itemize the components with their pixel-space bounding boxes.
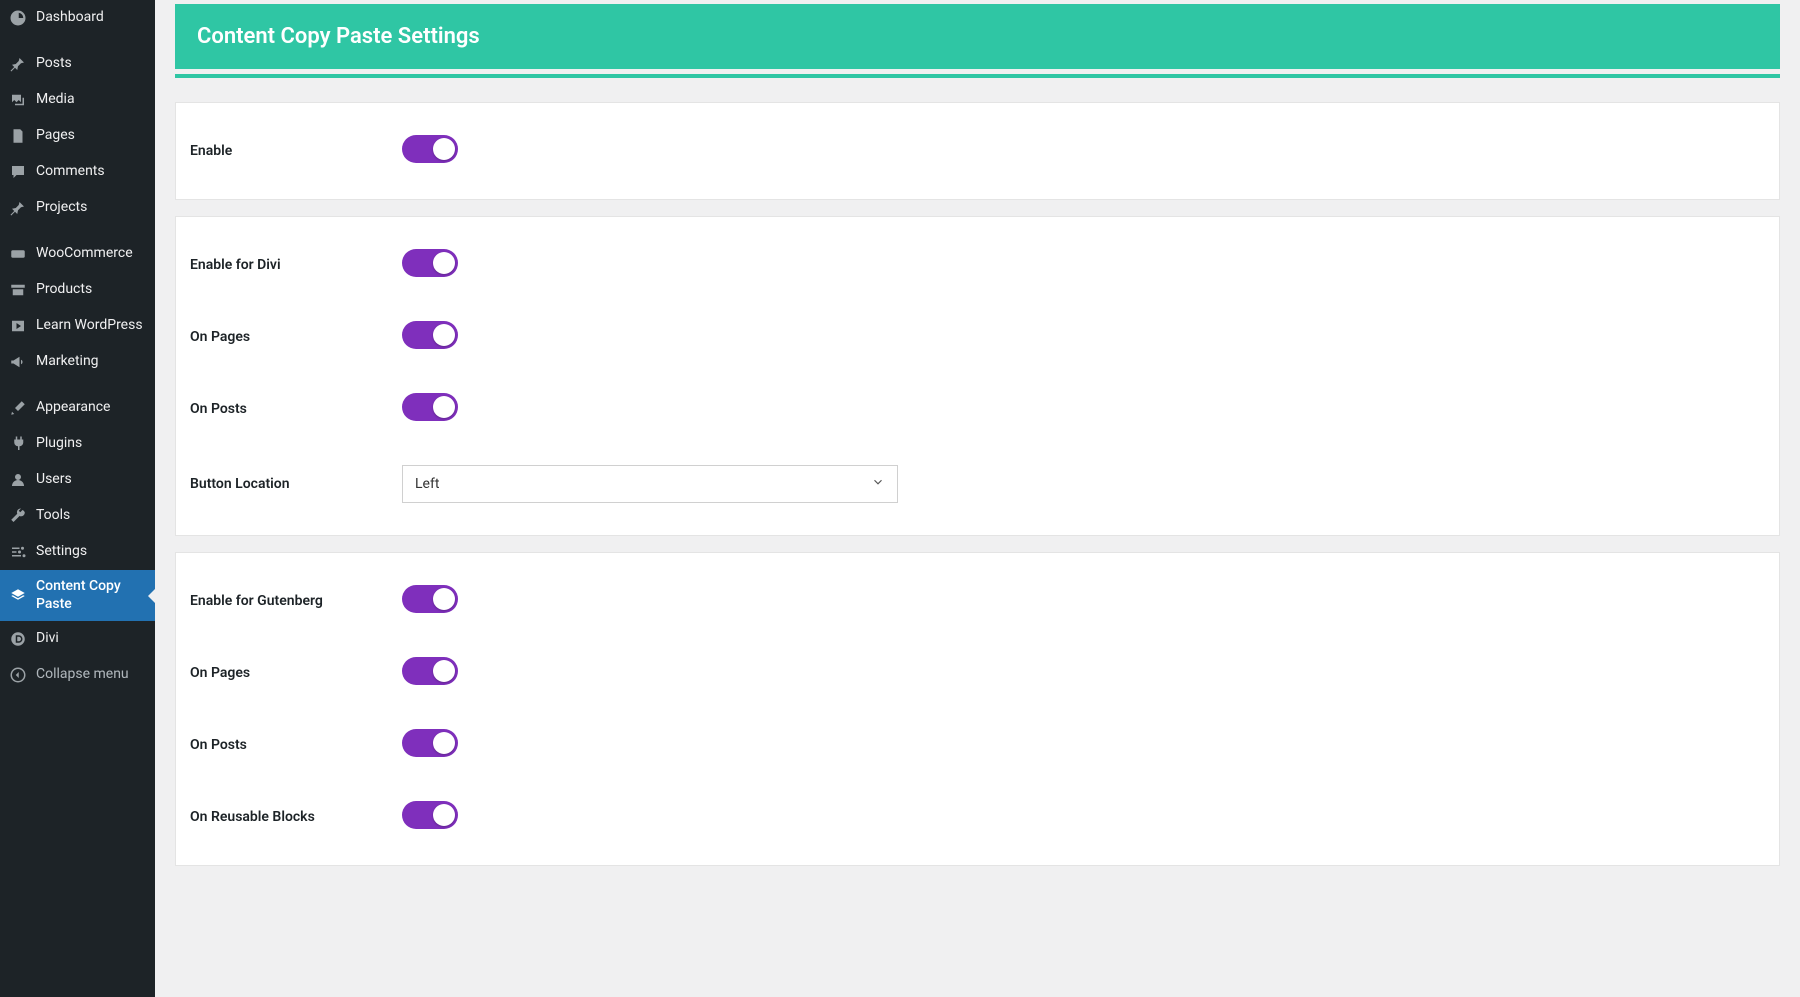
sidebar-item-label: Appearance: [36, 399, 110, 417]
setting-label: On Pages: [190, 329, 402, 345]
sidebar-item-label: Posts: [36, 55, 72, 73]
sidebar-item-marketing[interactable]: Marketing: [0, 344, 155, 380]
user-icon: [8, 470, 28, 490]
toggle-enable-divi[interactable]: [402, 249, 458, 277]
sidebar-item-users[interactable]: Users: [0, 462, 155, 498]
panel-general: Enable: [175, 102, 1780, 200]
sidebar-item-label: Collapse menu: [36, 666, 129, 684]
setting-label: On Pages: [190, 665, 402, 681]
brush-icon: [8, 398, 28, 418]
sidebar-item-label: Learn WordPress: [36, 317, 143, 335]
media-icon: [8, 90, 28, 110]
row-enable-gutenberg: Enable for Gutenberg: [176, 565, 1779, 637]
plug-icon: [8, 434, 28, 454]
toggle-gutenberg-posts[interactable]: [402, 729, 458, 757]
sidebar-item-woocommerce[interactable]: WooCommerce: [0, 236, 155, 272]
sidebar-item-label: WooCommerce: [36, 245, 133, 263]
sidebar-item-learn-wordpress[interactable]: Learn WordPress: [0, 308, 155, 344]
setting-label: On Posts: [190, 401, 402, 417]
toggle-enable[interactable]: [402, 135, 458, 163]
sidebar-item-label: Divi: [36, 630, 59, 648]
sidebar-item-divi[interactable]: Divi: [0, 621, 155, 657]
sliders-icon: [8, 542, 28, 562]
admin-sidebar: Dashboard Posts Media Pages Comments Pro…: [0, 0, 155, 997]
megaphone-icon: [8, 352, 28, 372]
page-title: Content Copy Paste Settings: [197, 24, 1758, 49]
main-content: Content Copy Paste Settings Enable Enabl…: [155, 0, 1800, 997]
setting-label: On Posts: [190, 737, 402, 753]
row-enable-divi: Enable for Divi: [176, 229, 1779, 301]
sidebar-item-label: Marketing: [36, 353, 99, 371]
sidebar-item-label: Content Copy Paste: [36, 578, 147, 613]
panel-divi: Enable for Divi On Pages On Posts Button…: [175, 216, 1780, 536]
sidebar-item-tools[interactable]: Tools: [0, 498, 155, 534]
setting-label: On Reusable Blocks: [190, 809, 402, 825]
select-value: Left: [415, 476, 439, 492]
sidebar-item-label: Comments: [36, 163, 105, 181]
layers-icon: [8, 586, 28, 606]
row-divi-pages: On Pages: [176, 301, 1779, 373]
video-icon: [8, 316, 28, 336]
dashboard-icon: [8, 8, 28, 28]
toggle-enable-gutenberg[interactable]: [402, 585, 458, 613]
toggle-divi-pages[interactable]: [402, 321, 458, 349]
toggle-gutenberg-reusable[interactable]: [402, 801, 458, 829]
setting-label: Enable for Divi: [190, 257, 402, 273]
row-gutenberg-reusable: On Reusable Blocks: [176, 781, 1779, 853]
panel-gutenberg: Enable for Gutenberg On Pages On Posts O…: [175, 552, 1780, 866]
woo-icon: [8, 244, 28, 264]
sidebar-item-media[interactable]: Media: [0, 82, 155, 118]
sidebar-item-label: Projects: [36, 199, 87, 217]
setting-label: Enable: [190, 143, 402, 159]
sidebar-item-dashboard[interactable]: Dashboard: [0, 0, 155, 36]
sidebar-item-products[interactable]: Products: [0, 272, 155, 308]
sidebar-item-label: Plugins: [36, 435, 82, 453]
toggle-divi-posts[interactable]: [402, 393, 458, 421]
row-gutenberg-posts: On Posts: [176, 709, 1779, 781]
setting-label: Button Location: [190, 476, 402, 492]
sidebar-item-label: Dashboard: [36, 9, 104, 27]
sidebar-item-pages[interactable]: Pages: [0, 118, 155, 154]
sidebar-item-plugins[interactable]: Plugins: [0, 426, 155, 462]
archive-icon: [8, 280, 28, 300]
select-button-location[interactable]: Left: [402, 465, 898, 503]
chevron-down-icon: [871, 475, 885, 493]
sidebar-item-label: Tools: [36, 507, 70, 525]
pin-icon: [8, 198, 28, 218]
row-button-location: Button Location Left: [176, 445, 1779, 523]
wrench-icon: [8, 506, 28, 526]
sidebar-item-projects[interactable]: Projects: [0, 190, 155, 226]
setting-label: Enable for Gutenberg: [190, 593, 402, 609]
header-accent: [175, 74, 1780, 78]
page-icon: [8, 126, 28, 146]
sidebar-item-label: Pages: [36, 127, 75, 145]
comment-icon: [8, 162, 28, 182]
row-gutenberg-pages: On Pages: [176, 637, 1779, 709]
row-enable: Enable: [176, 115, 1779, 187]
sidebar-item-label: Users: [36, 471, 72, 489]
row-divi-posts: On Posts: [176, 373, 1779, 445]
sidebar-item-collapse[interactable]: Collapse menu: [0, 657, 155, 693]
divi-icon: [8, 629, 28, 649]
sidebar-item-label: Products: [36, 281, 92, 299]
sidebar-item-posts[interactable]: Posts: [0, 46, 155, 82]
sidebar-item-label: Settings: [36, 543, 87, 561]
sidebar-item-appearance[interactable]: Appearance: [0, 390, 155, 426]
pin-icon: [8, 54, 28, 74]
page-header: Content Copy Paste Settings: [175, 4, 1780, 69]
toggle-gutenberg-pages[interactable]: [402, 657, 458, 685]
sidebar-item-settings[interactable]: Settings: [0, 534, 155, 570]
sidebar-item-content-copy-paste[interactable]: Content Copy Paste: [0, 570, 155, 621]
sidebar-item-comments[interactable]: Comments: [0, 154, 155, 190]
collapse-icon: [8, 665, 28, 685]
sidebar-item-label: Media: [36, 91, 75, 109]
